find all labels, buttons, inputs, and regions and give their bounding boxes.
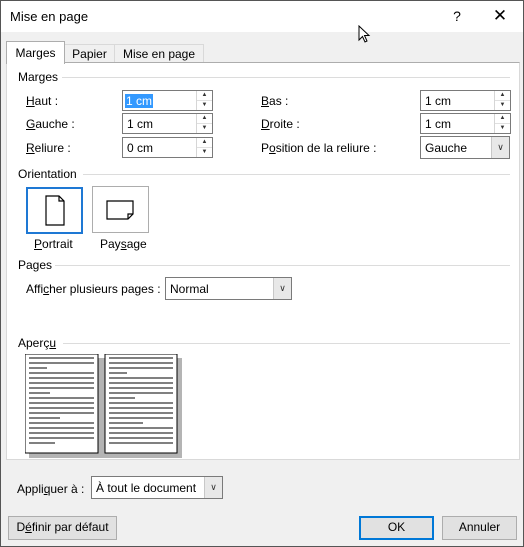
right-margin-spinner[interactable]: 1 cm ▲ ▼ [420,113,511,134]
top-margin-spinner[interactable]: 1 cm ▲ ▼ [122,90,213,111]
landscape-button[interactable] [92,186,149,233]
spin-down-icon[interactable]: ▼ [197,148,212,157]
help-button[interactable]: ? [447,6,467,26]
spin-down-icon[interactable]: ▼ [495,101,510,110]
spin-up-icon[interactable]: ▲ [495,91,510,101]
left-margin-label: Gauche : [26,117,75,131]
apply-to-value: À tout le document [96,481,197,495]
spin-down-icon[interactable]: ▼ [197,124,212,133]
portrait-page-icon [45,195,65,226]
tab-papier[interactable]: Papier [63,44,116,64]
ok-button[interactable]: OK [359,516,434,540]
preview-pages-illustration [24,353,182,458]
right-margin-label: Droite : [261,117,300,131]
tab-mise-en-page[interactable]: Mise en page [114,44,204,64]
title-bar: Mise en page ? ✕ [1,1,523,32]
apply-to-label: Appliquer à : [17,482,85,496]
chevron-down-icon[interactable]: ∨ [273,278,291,299]
gutter-spinner[interactable]: 0 cm ▲ ▼ [122,137,213,158]
multiple-pages-select[interactable]: Normal ∨ [165,277,292,300]
spin-up-icon[interactable]: ▲ [197,138,212,148]
divider [62,77,510,78]
bottom-margin-spinner[interactable]: 1 cm ▲ ▼ [420,90,511,111]
gutter-position-select[interactable]: Gauche ∨ [420,136,510,159]
tab-marges[interactable]: Marges [6,41,65,64]
bottom-margin-label: Bas : [261,94,289,108]
page-setup-dialog: Mise en page ? ✕ Marges Papier Mise en p… [0,0,524,547]
right-margin-value[interactable]: 1 cm [425,117,451,131]
dialog-title: Mise en page [10,9,89,24]
top-margin-label: Haut : [26,94,59,108]
bottom-margin-value[interactable]: 1 cm [425,94,451,108]
spin-down-icon[interactable]: ▼ [197,101,212,110]
preview-group-label: Aperçu [18,336,57,350]
spin-up-icon[interactable]: ▲ [197,114,212,124]
divider [55,265,510,266]
spin-up-icon[interactable]: ▲ [495,114,510,124]
apply-to-select[interactable]: À tout le document ∨ [91,476,223,499]
left-margin-value[interactable]: 1 cm [127,117,153,131]
portrait-label: Portrait [34,237,73,251]
landscape-page-icon [106,200,134,220]
divider [83,174,510,175]
top-margin-value[interactable]: 1 cm [125,94,154,108]
margins-group-label: Marges [18,70,59,84]
close-button[interactable]: ✕ [489,6,511,26]
mouse-pointer-icon [358,25,371,43]
spin-down-icon[interactable]: ▼ [495,124,510,133]
cancel-button[interactable]: Annuler [442,516,517,540]
pages-group-label: Pages [18,258,53,272]
gutter-position-label: Position de la reliure : [261,141,377,155]
portrait-button[interactable] [26,187,83,234]
left-margin-spinner[interactable]: 1 cm ▲ ▼ [122,113,213,134]
landscape-label: Paysage [100,237,147,251]
multiple-pages-label: Afficher plusieurs pages : [26,282,161,296]
multiple-pages-value: Normal [170,282,209,296]
orientation-group-label: Orientation [18,167,77,181]
gutter-value[interactable]: 0 cm [127,141,153,155]
set-as-default-button[interactable]: Définir par défaut [8,516,117,540]
gutter-label: Reliure : [26,141,71,155]
chevron-down-icon[interactable]: ∨ [204,477,222,498]
chevron-down-icon[interactable]: ∨ [491,137,509,158]
divider [63,343,510,344]
page-preview [24,353,182,458]
spin-up-icon[interactable]: ▲ [197,91,212,101]
gutter-position-value: Gauche [425,141,468,155]
